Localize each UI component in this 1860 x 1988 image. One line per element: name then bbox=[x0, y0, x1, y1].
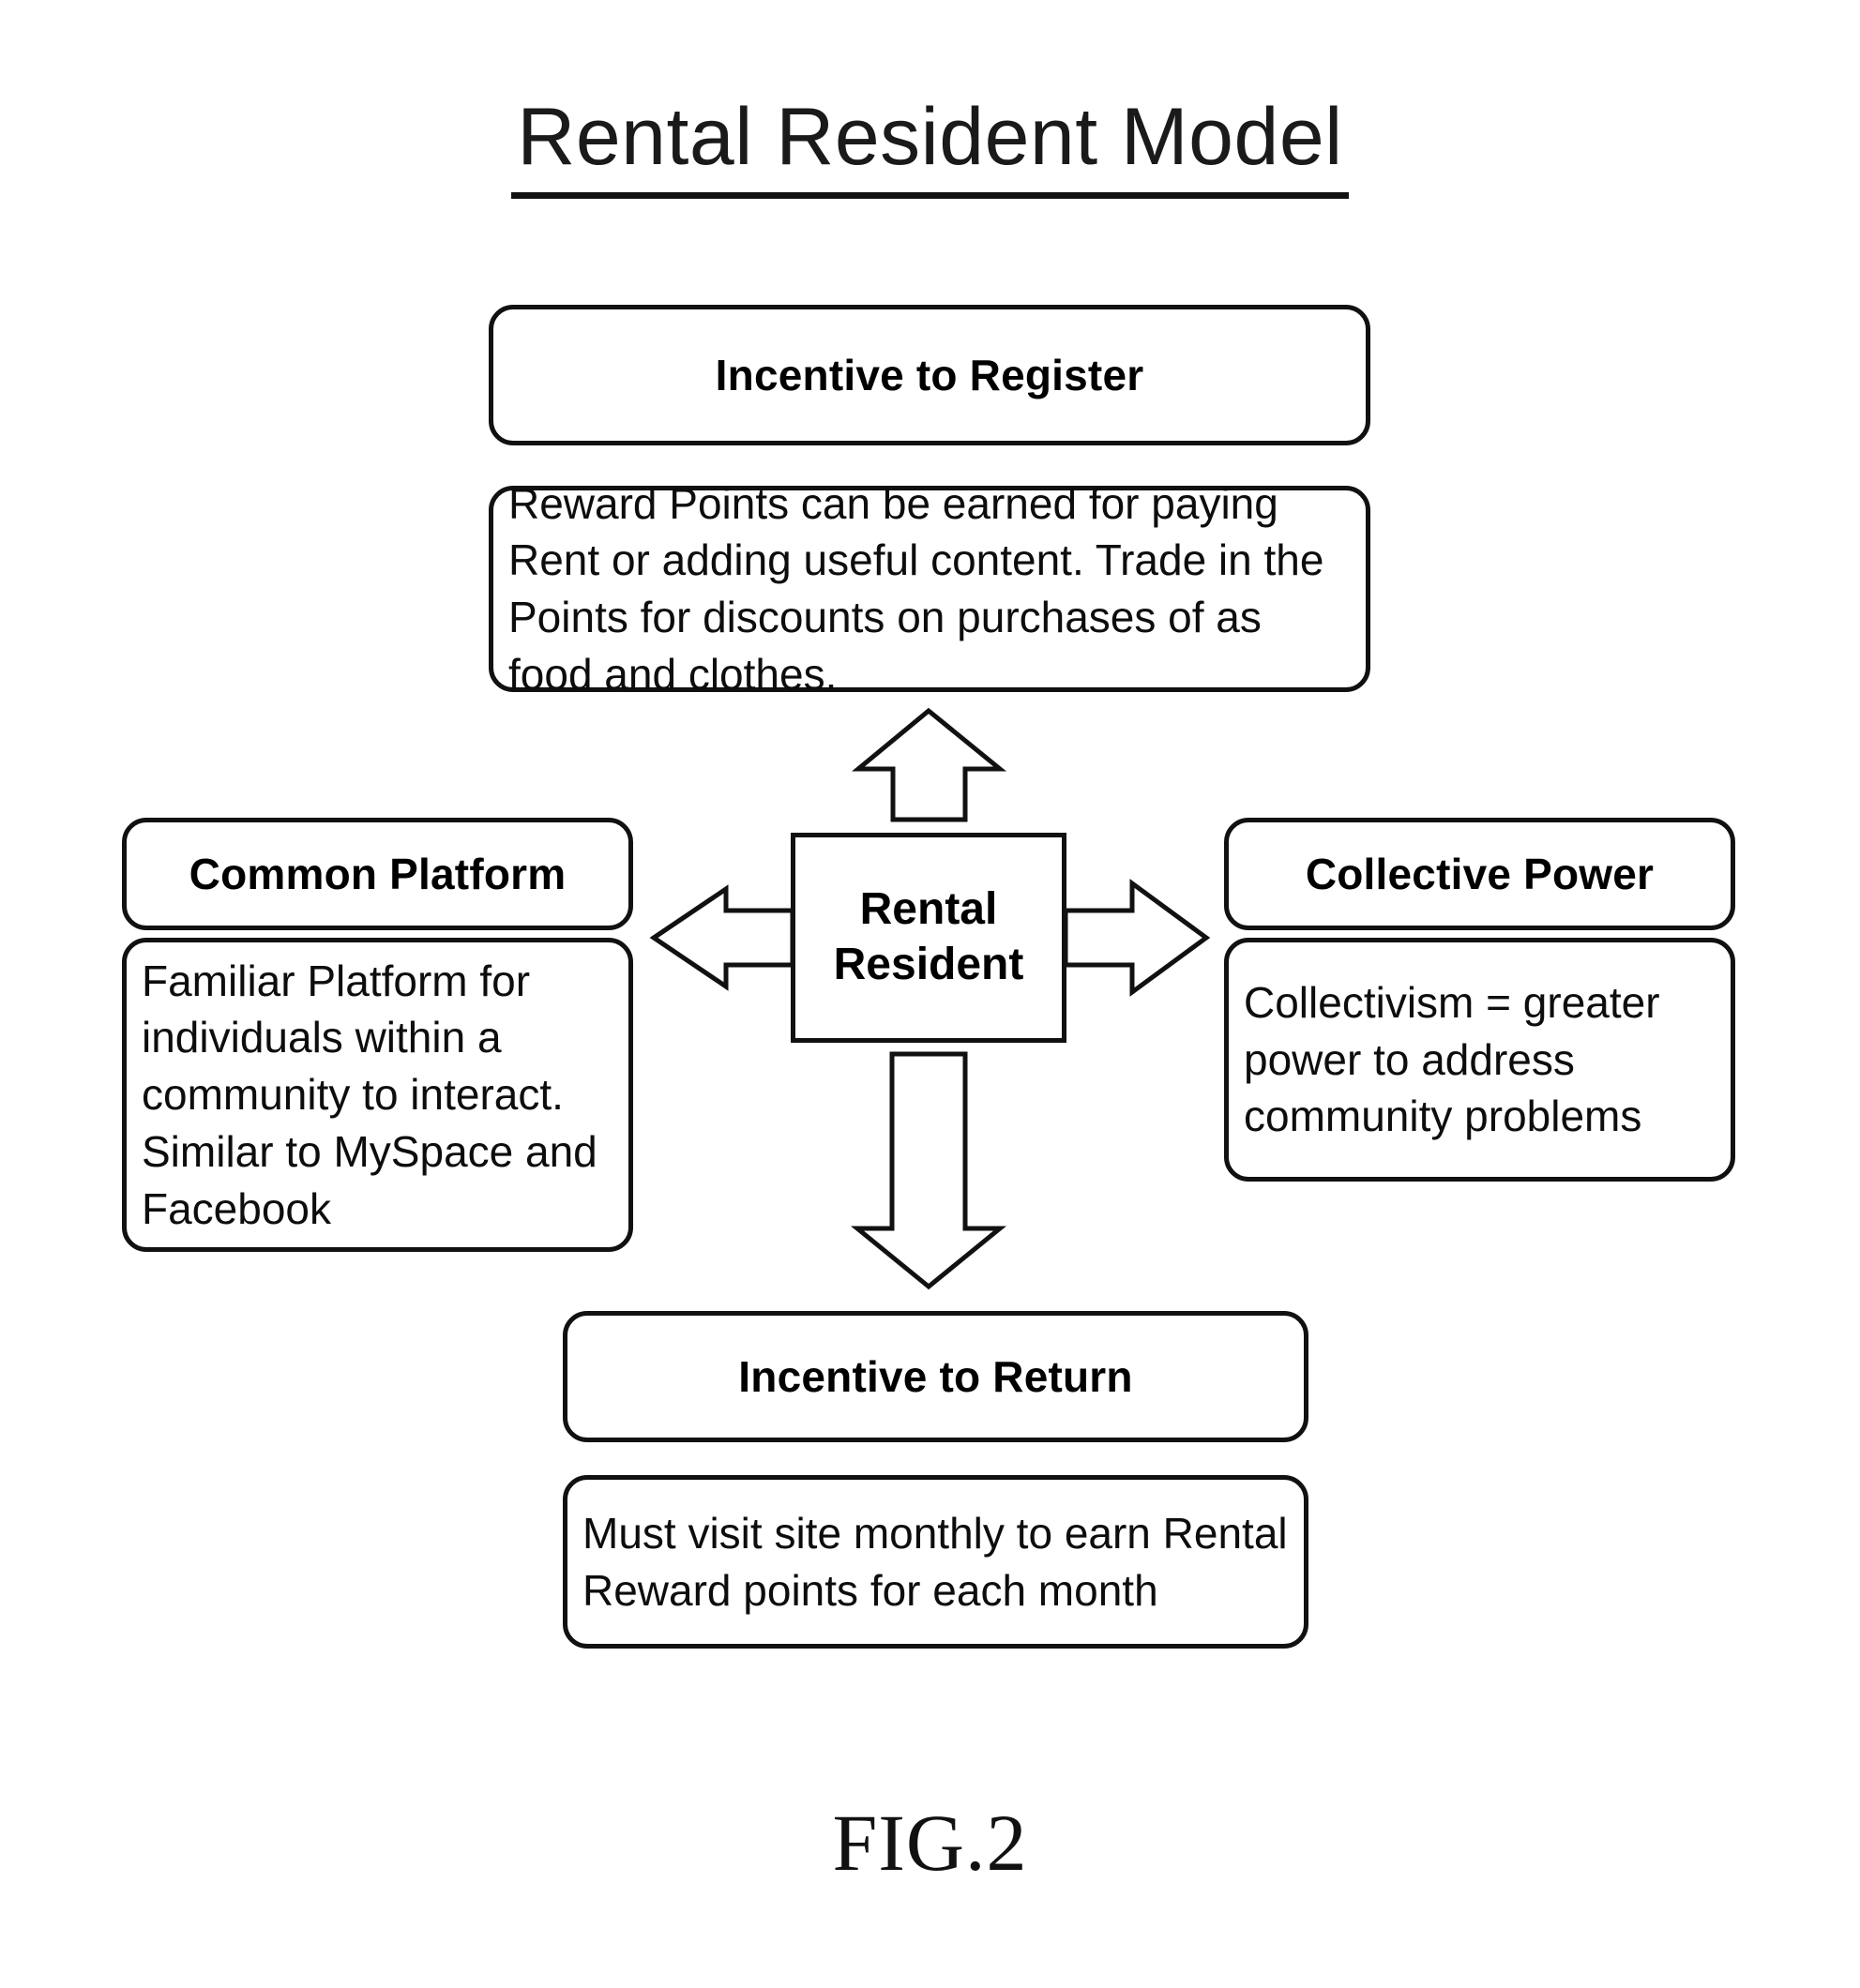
node-body-text: Reward Points can be earned for paying R… bbox=[508, 478, 1324, 699]
node-body-text: Must visit site monthly to earn Rental R… bbox=[582, 1508, 1288, 1615]
figure-caption: FIG.2 bbox=[832, 1798, 1028, 1888]
node-collective-power-body[interactable]: Collectivism = greater power to address … bbox=[1224, 938, 1735, 1182]
node-incentive-to-return-header[interactable]: Incentive to Return bbox=[563, 1311, 1308, 1442]
node-collective-power-header[interactable]: Collective Power bbox=[1224, 818, 1735, 930]
node-body-text: Familiar Platform for individuals within… bbox=[142, 956, 597, 1233]
node-body-text: Collectivism = greater power to address … bbox=[1244, 977, 1660, 1141]
hub-label: Rental Resident bbox=[834, 882, 1024, 992]
arrow-down-icon bbox=[850, 1051, 1007, 1290]
node-incentive-to-register-header[interactable]: Incentive to Register bbox=[489, 305, 1370, 445]
hub-rental-resident[interactable]: Rental Resident bbox=[791, 833, 1066, 1043]
arrow-left-icon bbox=[649, 884, 795, 991]
arrow-up-icon bbox=[852, 707, 1007, 822]
page-title: Rental Resident Model bbox=[0, 94, 1860, 199]
node-common-platform-body[interactable]: Familiar Platform for individuals within… bbox=[122, 938, 633, 1252]
hub-label-line-1: Rental bbox=[859, 884, 998, 935]
node-title-label: Collective Power bbox=[1305, 849, 1655, 898]
arrow-right-icon bbox=[1063, 879, 1211, 997]
node-title-label: Incentive to Return bbox=[738, 1351, 1133, 1401]
node-common-platform-header[interactable]: Common Platform bbox=[122, 818, 633, 930]
hub-label-line-2: Resident bbox=[833, 940, 1024, 989]
node-title-label: Incentive to Register bbox=[715, 350, 1144, 399]
page-title-text: Rental Resident Model bbox=[511, 94, 1349, 199]
node-title-label: Common Platform bbox=[189, 849, 567, 898]
node-incentive-to-register-body[interactable]: Reward Points can be earned for paying R… bbox=[489, 479, 1370, 699]
node-incentive-to-return-body[interactable]: Must visit site monthly to earn Rental R… bbox=[563, 1475, 1308, 1649]
